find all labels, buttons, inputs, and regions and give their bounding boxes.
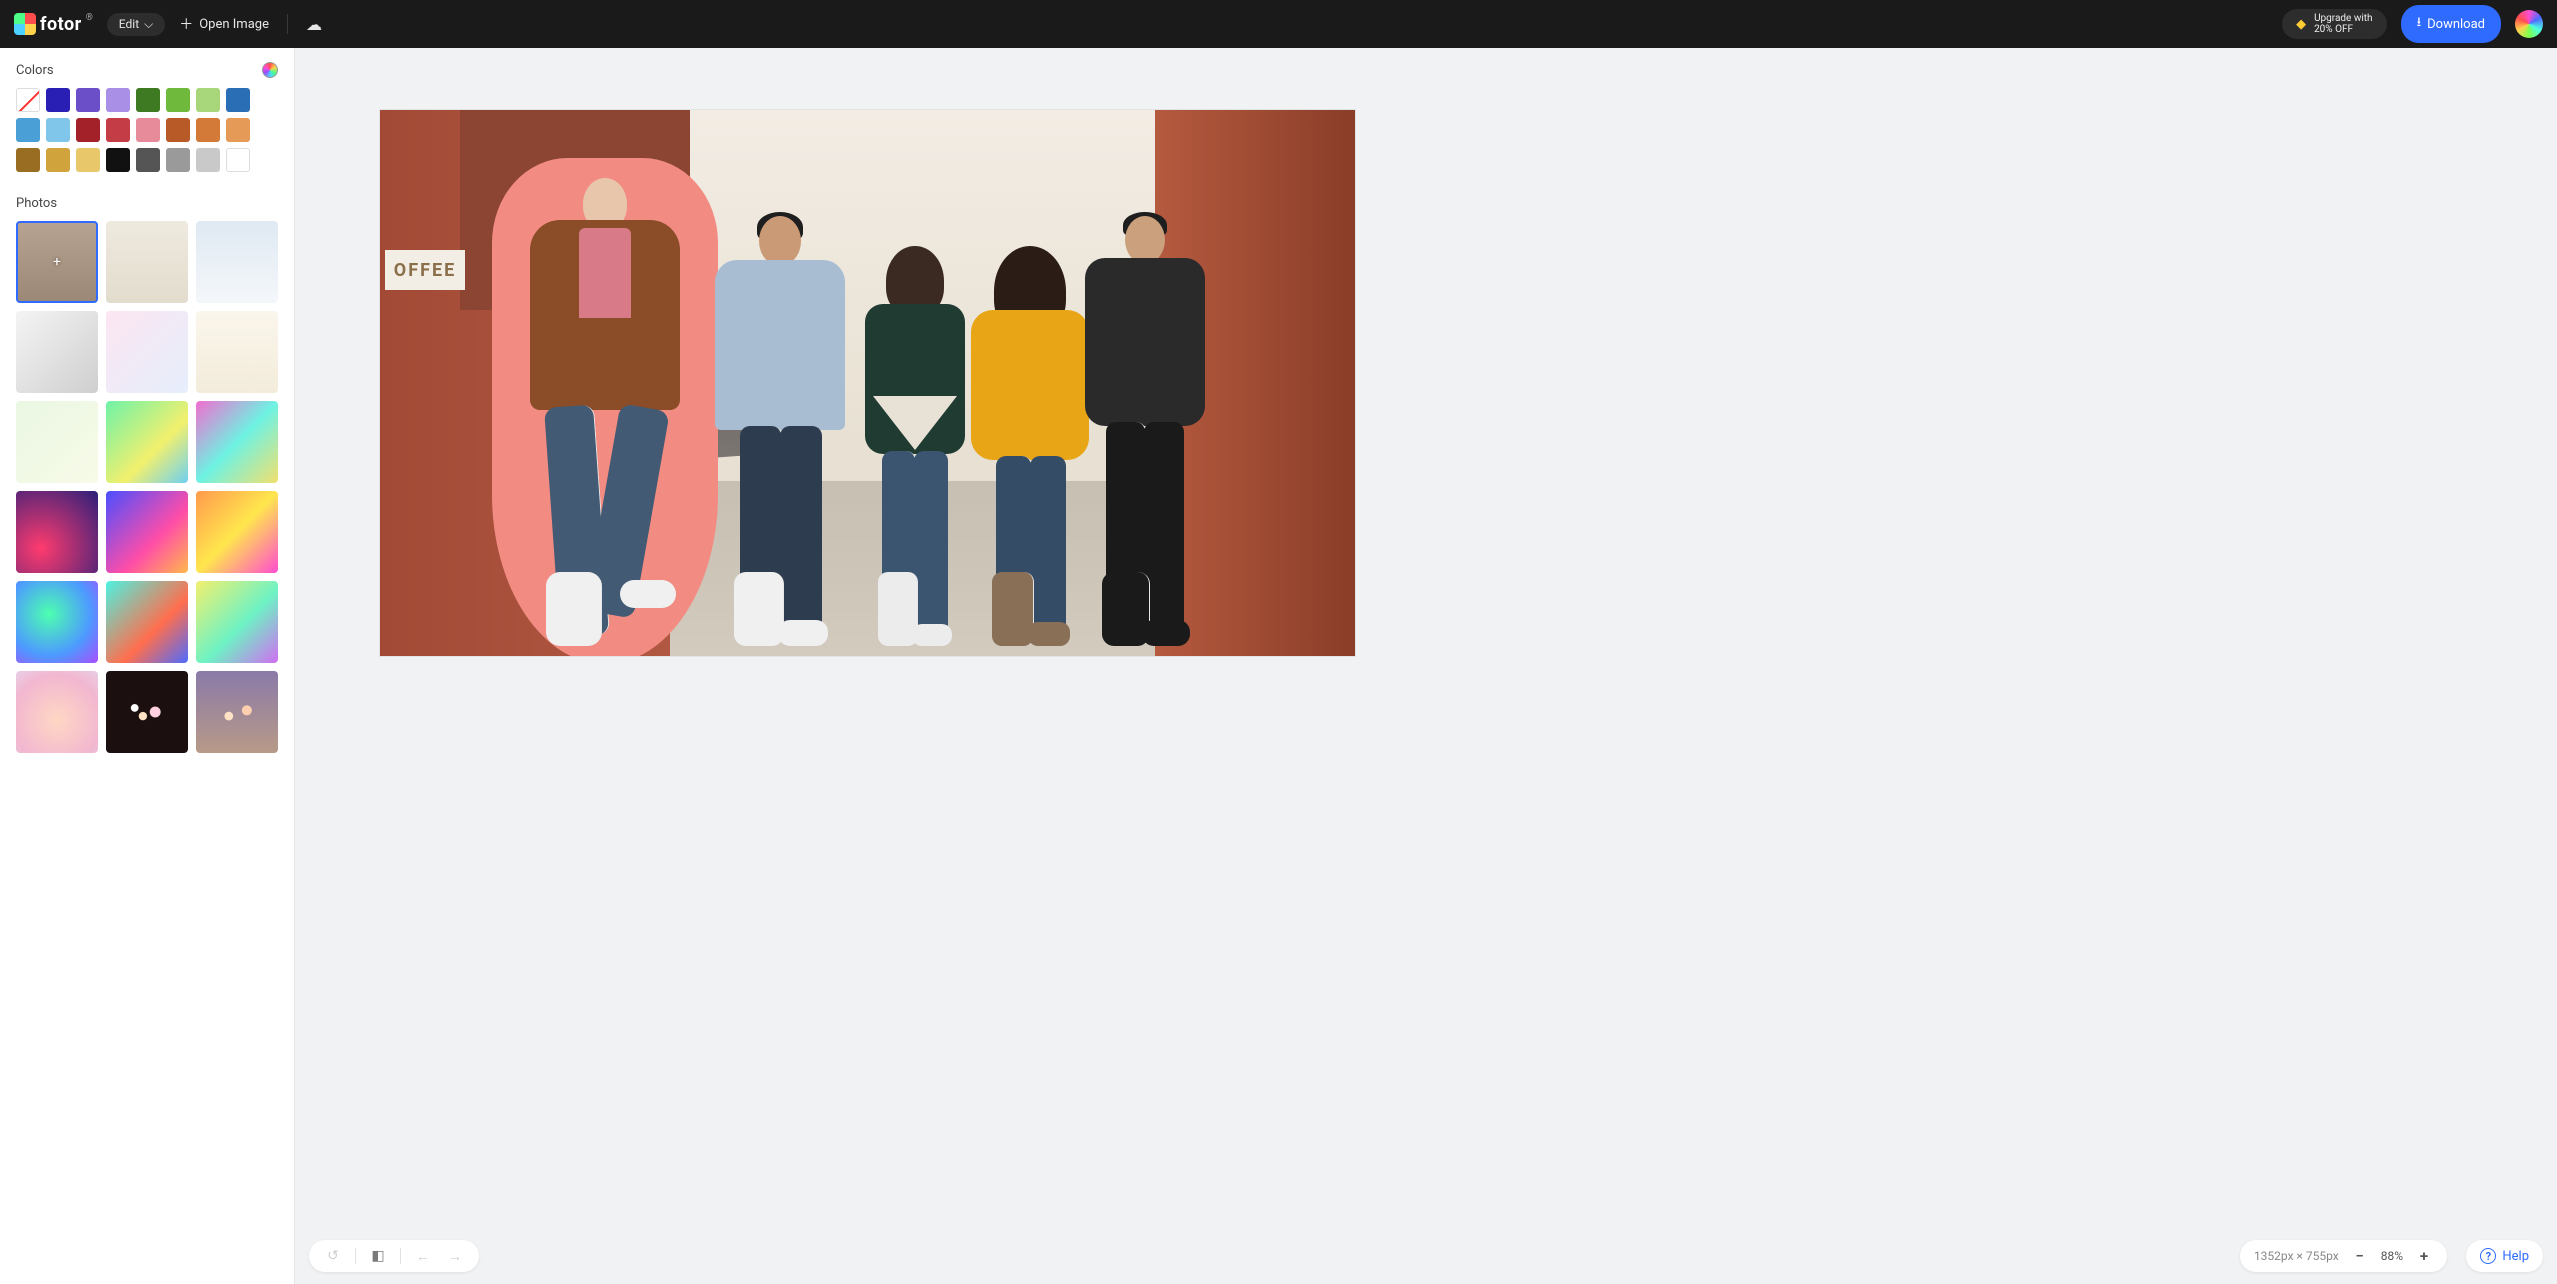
color-swatch[interactable] [136,118,160,142]
canvas[interactable]: OFFEE [380,110,1355,656]
photo-thumbnail[interactable] [106,311,188,393]
topbar: fotor ® Edit ⌵ ＋ Open Image ☁ ◆ Upgrade … [0,0,2557,48]
photo-thumbnail[interactable] [106,671,188,753]
photo-thumbnail[interactable] [196,401,278,483]
colors-header: Colors [16,62,278,78]
color-swatch[interactable] [196,118,220,142]
download-button[interactable]: ⭳ Download [2401,5,2501,43]
divider [287,14,288,34]
help-icon: ? [2480,1248,2496,1264]
color-swatch[interactable] [196,88,220,112]
photo-thumbnail[interactable] [106,581,188,663]
divider [400,1248,401,1264]
person-2 [710,216,850,646]
person-3 [860,246,970,646]
canvas-area: OFFEE [295,48,2557,1284]
color-swatch[interactable] [166,88,190,112]
photo-thumbnail[interactable] [196,221,278,303]
redo-button[interactable]: → [445,1246,465,1266]
photo-thumbnail[interactable] [16,311,98,393]
color-swatch[interactable] [16,148,40,172]
color-swatch[interactable] [46,148,70,172]
photo-thumbnail[interactable] [16,581,98,663]
download-icon: ⭳ [2417,13,2422,35]
photo-thumbnail[interactable] [106,401,188,483]
open-image-label: Open Image [199,17,269,32]
edit-menu[interactable]: Edit ⌵ [107,13,165,36]
photos-title: Photos [16,196,57,211]
person-5 [1080,216,1210,646]
upgrade-line2: 20% OFF [2314,24,2373,35]
photo-thumbnail[interactable] [196,581,278,663]
download-label: Download [2427,17,2485,32]
color-swatch[interactable] [16,88,40,112]
color-swatch[interactable] [226,148,250,172]
color-swatch[interactable] [226,118,250,142]
colors-title: Colors [16,63,54,78]
color-swatch[interactable] [76,118,100,142]
color-swatch[interactable] [226,88,250,112]
open-image-button[interactable]: ＋ Open Image [179,14,269,34]
help-button[interactable]: ? Help [2466,1240,2543,1272]
canvas-dimensions: 1352px × 755px [2254,1249,2339,1263]
color-swatch[interactable] [136,88,160,112]
zoom-bar: 1352px × 755px − 88% + [2240,1240,2447,1272]
color-swatch[interactable] [46,88,70,112]
color-swatch[interactable] [106,148,130,172]
logo-text: fotor [40,14,82,35]
undo-button[interactable]: ← [413,1246,433,1266]
color-swatch[interactable] [136,148,160,172]
person-4 [970,246,1090,646]
avatar[interactable] [2515,10,2543,38]
reset-button[interactable]: ↺ [323,1246,343,1266]
photo-thumbnail[interactable] [196,491,278,573]
edit-label: Edit [119,17,139,31]
cloud-button[interactable]: ☁ [306,15,322,34]
history-bar: ↺ ◧ ← → [309,1240,479,1272]
cloud-icon: ☁ [306,15,322,34]
zoom-level: 88% [2381,1249,2403,1263]
colors-swatches [16,88,278,172]
compare-button[interactable]: ◧ [368,1246,388,1266]
photo-thumbnail[interactable] [16,221,98,303]
upgrade-button[interactable]: ◆ Upgrade with 20% OFF [2282,9,2387,39]
color-swatch[interactable] [106,88,130,112]
color-swatch[interactable] [166,148,190,172]
photos-header: Photos [16,196,278,211]
plus-icon: ＋ [179,14,193,34]
photo-thumbnail[interactable] [106,491,188,573]
divider [355,1248,356,1264]
logo[interactable]: fotor ® [14,13,93,35]
zoom-in-button[interactable]: + [2415,1247,2433,1265]
color-swatch[interactable] [16,118,40,142]
photo-thumbnail[interactable] [106,221,188,303]
logo-icon [14,13,36,35]
canvas-image: OFFEE [380,110,1355,656]
person-1-highlighted [510,176,700,646]
chevron-down-icon: ⌵ [144,17,153,32]
diamond-icon: ◆ [2296,17,2306,32]
color-swatch[interactable] [76,148,100,172]
color-swatch[interactable] [196,148,220,172]
photo-thumbnail[interactable] [16,671,98,753]
coffee-sign: OFFEE [385,250,465,290]
photo-thumbnail[interactable] [16,491,98,573]
help-label: Help [2502,1249,2529,1264]
photos-grid [16,221,278,753]
palette-icon[interactable] [262,62,278,78]
photo-thumbnail[interactable] [16,401,98,483]
main: Colors Photos OFFEE [0,48,2557,1284]
color-swatch[interactable] [166,118,190,142]
upgrade-text: Upgrade with 20% OFF [2314,13,2373,35]
registered-icon: ® [86,13,93,23]
color-swatch[interactable] [106,118,130,142]
color-swatch[interactable] [76,88,100,112]
color-swatch[interactable] [46,118,70,142]
upgrade-line1: Upgrade with [2314,13,2373,24]
photo-thumbnail[interactable] [196,671,278,753]
zoom-out-button[interactable]: − [2351,1247,2369,1265]
photo-thumbnail[interactable] [196,311,278,393]
sidebar: Colors Photos [0,48,295,1284]
